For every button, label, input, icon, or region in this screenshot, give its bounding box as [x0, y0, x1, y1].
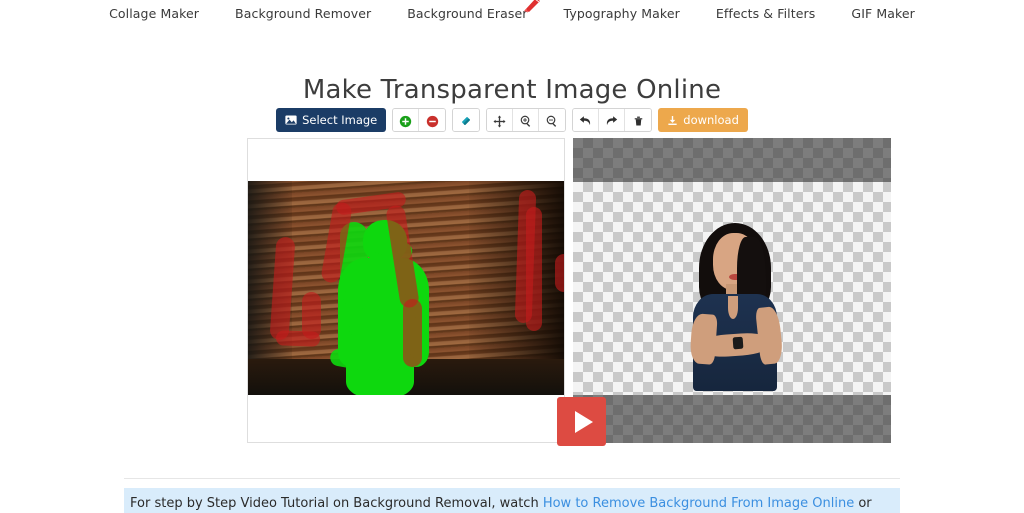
trash-icon [634, 116, 643, 126]
nav-item-collage-maker[interactable]: Collage Maker [91, 6, 217, 21]
play-triangle-icon [574, 410, 593, 433]
banner-text-middle: or [854, 496, 872, 511]
eraser-icon [462, 117, 471, 125]
undo-button[interactable] [573, 109, 600, 131]
view-tools-group [486, 108, 567, 132]
minus-circle-icon [426, 115, 438, 127]
nav-item-background-remover[interactable]: Background Remover [217, 6, 389, 21]
banner-text-before: For step by Step Video Tutorial on Backg… [130, 496, 543, 511]
nav-item-background-eraser[interactable]: Background Eraser [389, 0, 545, 21]
source-photo [248, 181, 564, 395]
nav-label: Effects & Filters [715, 6, 816, 21]
background-stroke [301, 292, 321, 340]
download-label: download [683, 113, 739, 127]
nav-label: GIF Maker [851, 6, 915, 21]
download-button[interactable]: download [658, 108, 748, 132]
nav-label: Background Eraser [407, 6, 528, 21]
redo-arrow-icon [607, 115, 618, 125]
tutorial-link-remove-background[interactable]: How to Remove Background From Image Onli… [543, 496, 854, 511]
select-image-button[interactable]: Select Image [276, 108, 387, 132]
source-image-canvas[interactable] [247, 138, 565, 443]
cutout-wristwatch [732, 337, 745, 350]
nav-label: Background Remover [235, 6, 372, 21]
zoom-out-button[interactable] [539, 109, 566, 131]
nav-label: Collage Maker [109, 6, 200, 21]
cutout-subject [687, 223, 784, 392]
transparency-checker-top [573, 138, 891, 182]
background-stroke [402, 298, 422, 368]
move-arrows-icon [493, 114, 506, 128]
main-navigation: Collage Maker Background Remover Backgro… [0, 0, 1024, 27]
magnifier-minus-icon [546, 115, 557, 127]
plus-circle-icon [400, 115, 412, 127]
zoom-in-button[interactable] [513, 109, 540, 131]
delete-button[interactable] [625, 109, 652, 131]
redo-button[interactable] [599, 109, 626, 131]
mark-background-button[interactable] [419, 109, 446, 131]
background-stroke [526, 206, 542, 331]
horizontal-divider [124, 478, 900, 479]
move-button[interactable] [487, 109, 514, 131]
tutorial-banner: For step by Step Video Tutorial on Backg… [124, 488, 900, 513]
nav-label: Typography Maker [563, 6, 680, 21]
cutout-neckline [727, 295, 739, 319]
mark-foreground-button[interactable] [393, 109, 420, 131]
history-tools-group [572, 108, 653, 132]
transparency-checker-bottom [573, 395, 891, 443]
picture-icon [285, 115, 297, 125]
page-root: Collage Maker Background Remover Backgro… [0, 0, 1024, 513]
eraser-button[interactable] [453, 109, 480, 131]
nav-item-gif-maker[interactable]: GIF Maker [833, 6, 933, 21]
page-title: Make Transparent Image Online [302, 75, 722, 106]
background-stroke [554, 253, 564, 293]
magnifier-plus-icon [520, 115, 530, 127]
play-video-button[interactable] [557, 397, 606, 446]
editor-workspace: Refine [0, 138, 1024, 450]
select-image-label: Select Image [302, 113, 378, 127]
marking-tools-group [392, 108, 447, 132]
undo-arrow-icon [580, 115, 591, 125]
nav-item-effects-filters[interactable]: Effects & Filters [698, 6, 834, 21]
editor-toolbar: Select Image download [0, 108, 1024, 132]
download-icon [668, 115, 677, 125]
nav-item-typography-maker[interactable]: Typography Maker [546, 6, 698, 21]
result-image-canvas[interactable] [573, 138, 891, 443]
eraser-tool-group [452, 108, 481, 132]
